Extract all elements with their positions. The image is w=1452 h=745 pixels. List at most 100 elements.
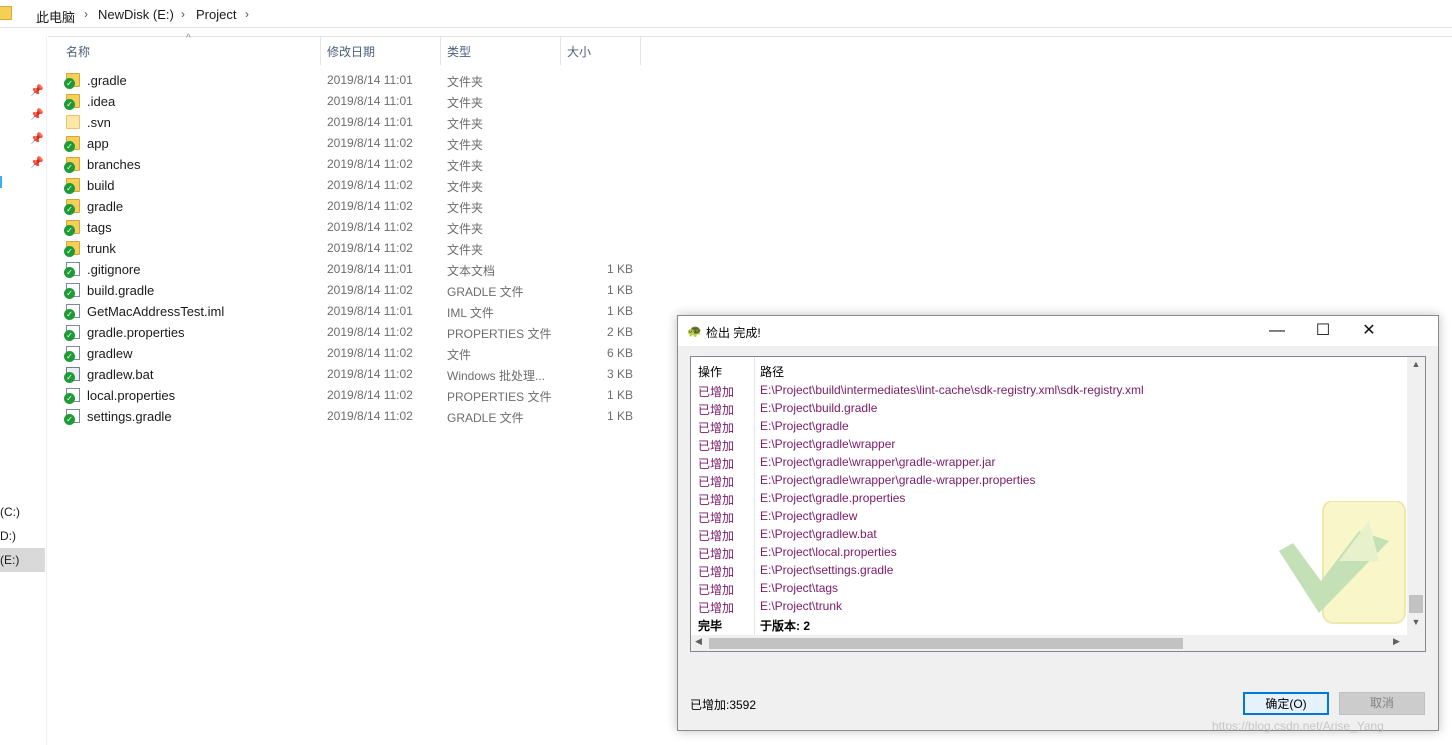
breadcrumb-separator[interactable]: › (245, 7, 249, 21)
file-row[interactable]: ✓ build.gradle 2019/8/14 11:02 GRADLE 文件 1 K… (48, 280, 640, 301)
file-row[interactable]: .svn 2019/8/14 11:01 文件夹 (48, 112, 640, 133)
file-row[interactable]: ✓ app 2019/8/14 11:02 文件夹 (48, 133, 640, 154)
file-row[interactable]: ✓ gradlew 2019/8/14 11:02 文件 6 KB (48, 343, 640, 364)
file-name: GetMacAddressTest.iml (87, 304, 225, 319)
svn-status-ok-icon: ✓ (64, 183, 75, 194)
file-date: 2019/8/14 11:01 (327, 115, 413, 129)
result-row[interactable]: 已增加 E:\Project\gradlew (691, 507, 1407, 525)
file-row[interactable]: ✓ .idea 2019/8/14 11:01 文件夹 (48, 91, 640, 112)
file-row[interactable]: ✓ GetMacAddressTest.iml 2019/8/14 11:01 IML… (48, 301, 640, 322)
file-row[interactable]: ✓ build 2019/8/14 11:02 文件夹 (48, 175, 640, 196)
checkout-result-list[interactable]: 操作 路径 已增加 E:\Project\build\intermediates\… (690, 356, 1426, 652)
file-type: Windows 批处理... (447, 369, 546, 383)
result-row[interactable]: 已增加 E:\Project\build\intermediates\lint-c… (691, 381, 1407, 399)
cancel-button[interactable]: 取消 (1339, 692, 1425, 715)
nav-drive-e[interactable]: (E:) (0, 548, 45, 572)
breadcrumb-this-pc[interactable]: 此电脑 (36, 7, 75, 26)
file-row[interactable]: ✓ local.properties 2019/8/14 11:02 PROPERTI… (48, 385, 640, 406)
file-size: 3 KB (606, 367, 633, 381)
pin-icon[interactable]: 📌 (30, 132, 44, 145)
bat-svn-ok-icon: ✓ (64, 367, 80, 383)
ok-button[interactable]: 确定(O) (1243, 692, 1329, 715)
result-row[interactable]: 完毕 于版本: 2 (691, 615, 1407, 633)
folder-svn-ok-icon: ✓ (64, 220, 80, 236)
result-row[interactable]: 已增加 E:\Project\gradle\wrapper\gradle-wrap… (691, 471, 1407, 489)
pin-icon[interactable]: 📌 (30, 84, 44, 97)
result-action: 已增加 (698, 547, 735, 561)
address-bar[interactable]: 此电脑 › NewDisk (E:) › Project › (0, 0, 1452, 28)
column-name[interactable]: 名称 (66, 43, 90, 67)
file-type: 文件 (447, 348, 472, 362)
column-action[interactable]: 操作 (698, 363, 722, 380)
file-row[interactable]: ✓ trunk 2019/8/14 11:02 文件夹 (48, 238, 640, 259)
file-row[interactable]: ✓ gradle.properties 2019/8/14 11:02 PROPERT… (48, 322, 640, 343)
result-path: E:\Project\local.properties (760, 545, 897, 559)
file-row[interactable]: ✓ gradle 2019/8/14 11:02 文件夹 (48, 196, 640, 217)
column-divider[interactable] (560, 37, 561, 65)
column-type[interactable]: 类型 (447, 43, 471, 67)
dialog-titlebar[interactable]: 🐢 检出 完成! — ✕ ☐ (678, 316, 1438, 346)
horizontal-scrollbar[interactable]: ◀ ▶ (691, 635, 1407, 651)
result-action: 已增加 (698, 529, 735, 543)
column-divider[interactable] (320, 37, 321, 65)
breadcrumb-project[interactable]: Project (196, 7, 236, 22)
file-row[interactable]: ✓ .gitignore 2019/8/14 11:01 文本文档 1 KB (48, 259, 640, 280)
result-action: 已增加 (698, 511, 735, 525)
result-action: 已增加 (698, 475, 735, 489)
minimize-button[interactable]: — (1254, 316, 1300, 346)
column-divider[interactable] (440, 37, 441, 65)
result-row[interactable]: 已增加 E:\Project\gradle\wrapper (691, 435, 1407, 453)
nav-drive-c[interactable]: (C:) (0, 500, 45, 524)
folder-svn-ok-icon: ✓ (64, 73, 80, 89)
scroll-left-icon[interactable]: ◀ (695, 636, 702, 647)
result-path: E:\Project\build.gradle (760, 401, 878, 415)
file-name: build (87, 178, 115, 193)
file-type: 文件夹 (447, 222, 484, 236)
scroll-thumb[interactable] (1409, 595, 1423, 613)
column-size[interactable]: 大小 (567, 43, 591, 67)
result-row[interactable]: 已增加 E:\Project\gradle\wrapper\gradle-wrap… (691, 453, 1407, 471)
file-row[interactable]: ✓ tags 2019/8/14 11:02 文件夹 (48, 217, 640, 238)
close-icon[interactable]: ✕ (1346, 316, 1392, 346)
breadcrumb-drive[interactable]: NewDisk (E:) (98, 7, 174, 22)
result-row[interactable]: 已增加 E:\Project\gradlew.bat (691, 525, 1407, 543)
folder-svn-ok-icon: ✓ (64, 178, 80, 194)
file-date: 2019/8/14 11:02 (327, 409, 413, 423)
result-action: 已增加 (698, 457, 735, 471)
result-row[interactable]: 已增加 E:\Project\gradle.properties (691, 489, 1407, 507)
column-divider[interactable] (640, 37, 641, 65)
file-name: app (87, 136, 109, 151)
file-type: 文件夹 (447, 96, 484, 110)
result-row[interactable]: 已增加 E:\Project\gradle (691, 417, 1407, 435)
nav-drive-d[interactable]: D:) (0, 524, 45, 548)
pin-icon[interactable]: 📌 (30, 108, 44, 121)
result-row[interactable]: 已增加 E:\Project\trunk (691, 597, 1407, 615)
file-row[interactable]: ✓ gradlew.bat 2019/8/14 11:02 Windows 批处理..… (48, 364, 640, 385)
scroll-right-icon[interactable]: ▶ (1393, 636, 1400, 647)
vertical-scrollbar[interactable]: ▲ ▼ (1407, 357, 1425, 635)
file-row[interactable]: ✓ branches 2019/8/14 11:02 文件夹 (48, 154, 640, 175)
result-row[interactable]: 已增加 E:\Project\settings.gradle (691, 561, 1407, 579)
file-row[interactable]: ✓ .gradle 2019/8/14 11:01 文件夹 (48, 70, 640, 91)
maximize-button[interactable]: ☐ (1300, 316, 1346, 346)
result-row[interactable]: 已增加 E:\Project\local.properties (691, 543, 1407, 561)
result-path: 于版本: 2 (760, 619, 811, 633)
file-row[interactable]: ✓ settings.gradle 2019/8/14 11:02 GRADLE 文件… (48, 406, 640, 427)
svn-status-ok-icon: ✓ (64, 267, 75, 278)
file-name: gradle.properties (87, 325, 185, 340)
column-date[interactable]: 修改日期 (327, 43, 375, 67)
result-path: E:\Project\gradle\wrapper\gradle-wrapper… (760, 473, 1036, 487)
result-row[interactable]: 已增加 E:\Project\build.gradle (691, 399, 1407, 417)
file-type: GRADLE 文件 (447, 285, 524, 299)
result-row[interactable]: 已增加 E:\Project\tags (691, 579, 1407, 597)
file-size: 1 KB (606, 304, 633, 318)
scroll-up-icon[interactable]: ▲ (1407, 359, 1425, 373)
scroll-down-icon[interactable]: ▼ (1407, 617, 1425, 631)
breadcrumb-separator[interactable]: › (84, 7, 88, 21)
scroll-thumb[interactable] (709, 638, 1183, 649)
added-count-status: 已增加:3592 (690, 698, 757, 712)
column-path[interactable]: 路径 (760, 363, 784, 380)
breadcrumb-separator[interactable]: › (181, 7, 185, 21)
pin-icon[interactable]: 📌 (30, 156, 44, 169)
file-type: PROPERTIES 文件 (447, 390, 552, 404)
